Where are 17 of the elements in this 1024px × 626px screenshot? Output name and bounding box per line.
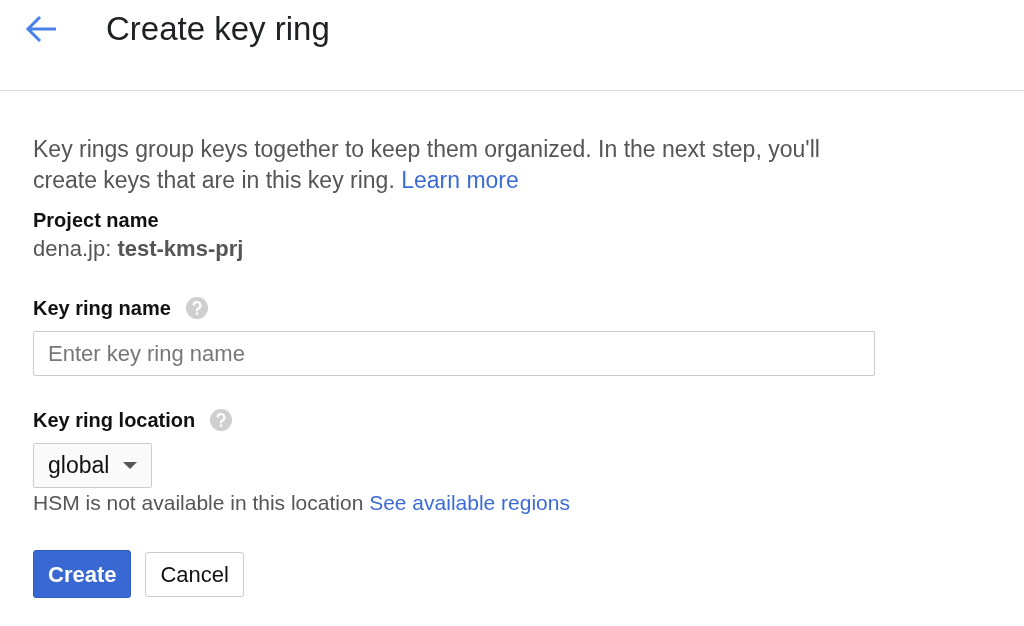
back-arrow-icon [25, 15, 57, 43]
cancel-button[interactable]: Cancel [145, 551, 244, 597]
page-title: Create key ring [106, 12, 330, 46]
available-regions-link[interactable]: See available regions [369, 491, 570, 514]
location-dropdown[interactable]: global [33, 443, 153, 488]
project-name: dena.jp: test-kms-prj [33, 235, 245, 263]
hint-text: HSM is not available in this location See available regions [33, 490, 571, 516]
name-input-field[interactable]: Enter key ring name [33, 331, 875, 376]
field-label: Key ring location [33, 408, 196, 433]
help-icon [185, 297, 208, 319]
project-label: Project name [33, 208, 160, 233]
caret-icon [123, 462, 138, 469]
field-label: Key ring name [33, 296, 171, 321]
learn-more-link[interactable]: Learn more [401, 167, 519, 193]
description-text: Key rings group keys together to keep them organized. In the next step, you'll create keys that are in this key ring. Learn more [33, 135, 821, 195]
help-icon [210, 409, 233, 431]
create-button[interactable]: Create [33, 550, 132, 598]
